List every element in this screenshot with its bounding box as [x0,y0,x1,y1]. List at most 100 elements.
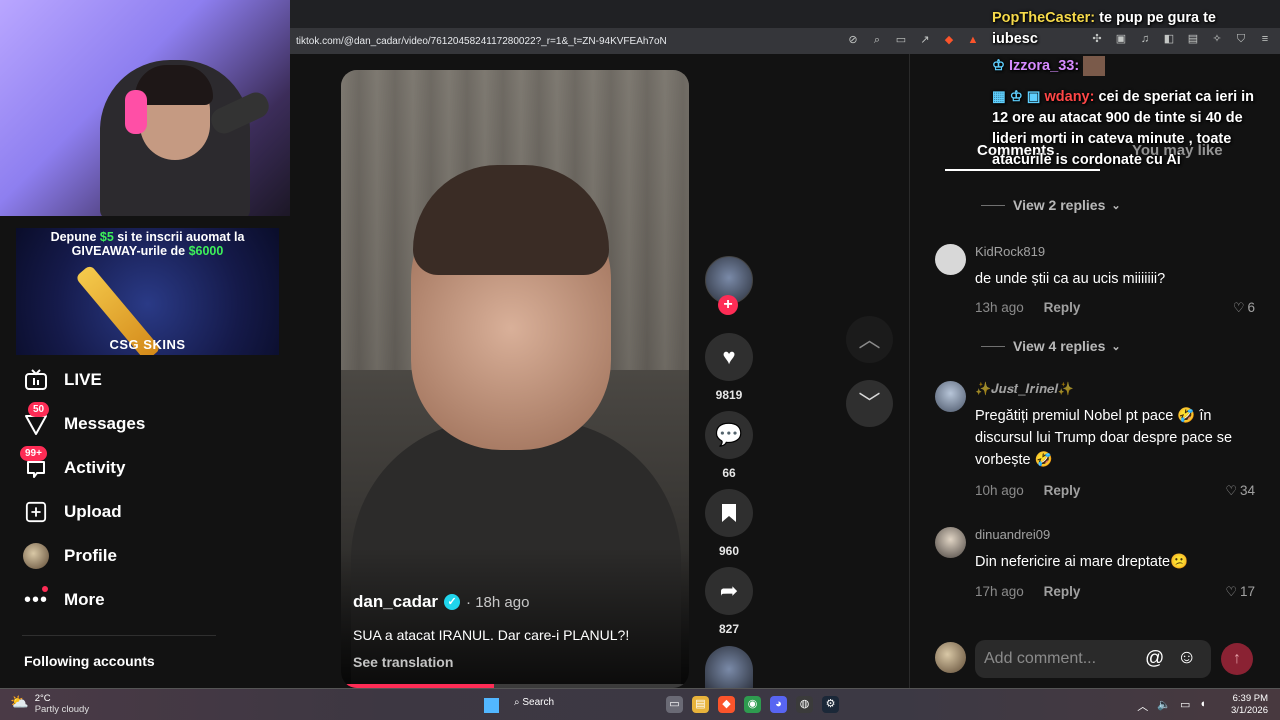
comment-avatar[interactable] [935,527,966,558]
sidebar-item-live[interactable]: LIVE [22,366,102,394]
sidebar-item-more[interactable]: ••• More [22,586,105,614]
comment-like-count: 17 [1239,584,1255,599]
comment-time: 13h ago [975,300,1024,315]
comment-like-count: 6 [1247,300,1255,315]
send-comment-button[interactable]: ↑ [1221,643,1253,675]
steam-icon[interactable]: ⚙ [822,696,839,713]
comment-username[interactable]: dinuandrei09 [975,527,1050,542]
messages-badge: 50 [28,402,50,417]
task-view-icon[interactable]: ▭ [666,696,683,713]
banner-line-1: Depune $5 si te inscrii auomat la [50,230,245,244]
tray-chevron-icon[interactable]: ︿ [1137,698,1148,714]
sidebar-item-label: Upload [64,502,122,521]
comment-text: de unde știi ca au ucis miiiiiii? [975,271,1166,287]
sidebar-item-label: Messages [64,414,146,433]
view-replies-label: View 4 replies [1013,338,1106,354]
chevron-down-icon: ⌄ [1111,340,1121,353]
taskbar-search[interactable]: ⌕ Search [514,697,554,708]
badge-icon: ♔ [992,58,1010,74]
following-accounts-heading: Following accounts [24,653,155,669]
partly-cloudy-icon: ⛅ [10,694,29,711]
save-count: 960 [718,544,740,558]
comment-username[interactable]: KidRock819 [975,244,1045,259]
windows-start-icon[interactable] [484,698,499,713]
sidebar-item-messages[interactable]: 50 Messages [22,402,146,438]
add-comment-input[interactable] [975,640,1211,678]
banner-brand: CSG SKINS [109,337,186,352]
chevron-up-icon: ︿ [858,327,881,352]
save-button[interactable] [705,489,753,537]
streamer-webcam [0,0,290,216]
sidebar-item-upload[interactable]: Upload [22,498,122,526]
chat-username: Izzora_33: [1009,58,1080,74]
live-tv-icon [22,366,50,394]
view-replies-button[interactable]: View 2 replies ⌄ [981,197,1121,213]
sidebar-item-label: LIVE [64,370,102,389]
weather-widget[interactable]: ⛅ 2°C Partly cloudy [10,693,89,715]
sponsor-banner: Depune $5 si te inscrii auomat la GIVEAW… [16,228,279,355]
like-button[interactable]: ♥ [705,333,753,381]
file-explorer-icon[interactable]: ▤ [692,696,709,713]
sidebar-item-label: Profile [64,546,117,565]
weather-desc: Partly cloudy [34,704,90,715]
comment-meta: 10h ago Reply [975,483,1080,498]
chevron-down-icon: ﹀ [858,391,881,416]
comment-avatar[interactable] [935,381,966,412]
brave-browser-icon[interactable]: ◆ [718,696,735,713]
weather-temp: 2°C [34,693,51,704]
share-icon[interactable]: ↗ [918,33,932,47]
verified-icon: ✓ [444,594,461,610]
comment-like-count: 34 [1239,483,1255,498]
author-name[interactable]: dan_cadar [353,592,438,612]
video-age-text: 18h ago [475,593,530,611]
chevron-down-icon: ⌄ [1111,199,1121,212]
comment-like-button[interactable]: ♡ 6 [1233,300,1255,316]
sidebar-divider [22,635,216,636]
network-icon[interactable]: ▭ [1180,698,1190,714]
discord-icon[interactable]: ◕ [770,696,787,713]
chrome-icon[interactable]: ◉ [744,696,761,713]
clock-date: 3/1/2026 [1231,705,1268,716]
app-icon[interactable]: ◍ [796,696,813,713]
next-video-button[interactable]: ﹀ [846,380,893,427]
no-tracking-icon[interactable]: ⊘ [846,33,860,47]
cast-icon[interactable]: ▭ [894,33,908,47]
mention-icon[interactable]: @ [1145,648,1164,670]
chat-username: PopTheCaster: [992,10,1096,26]
reply-button[interactable]: Reply [1044,584,1081,599]
sidebar-item-activity[interactable]: 99+ Activity [20,446,125,482]
brave-shield-icon[interactable]: ◆ [942,33,956,47]
url-text[interactable]: tiktok.com/@dan_cadar/video/761204582411… [290,36,667,47]
comment-avatar[interactable] [935,244,966,275]
share-button[interactable]: ➦ [705,567,753,615]
volume-icon[interactable]: ◖ [1199,698,1206,714]
comment-username[interactable]: ✨𝑱𝒖𝒔𝒕_𝑰𝒓𝒊𝒏𝒆𝒍✨ [975,381,1074,397]
follow-plus-button[interactable]: + [718,295,738,315]
comment-text: Pregătiți premiul Nobel pt pace 🤣 în dis… [975,408,1233,468]
sound-avatar[interactable] [705,646,753,688]
reply-button[interactable]: Reply [1044,300,1081,315]
previous-video-button[interactable]: ︿ [846,316,893,363]
comment-like-button[interactable]: ♡ 34 [1225,483,1255,499]
sidebar-item-profile[interactable]: Profile [22,542,117,570]
brave-rewards-icon[interactable]: ▲ [966,33,980,47]
see-translation-link[interactable]: See translation [353,654,453,670]
heart-outline-icon: ♡ [1225,483,1237,498]
reply-button[interactable]: Reply [1044,483,1081,498]
video-player[interactable]: dan_cadar ✓ · 18h ago SUA a atacat IRANU… [341,70,689,688]
comment-meta: 13h ago Reply [975,300,1080,315]
emoji-icon[interactable]: ☺ [1177,647,1196,669]
comment-button[interactable]: 💬 [705,411,753,459]
speaker-icon[interactable]: 🔈 [1157,698,1171,714]
heart-icon: ♥ [722,344,736,369]
taskbar-clock[interactable]: 6:39 PM 3/1/2026 [1231,693,1268,717]
bookmark-icon [721,503,737,528]
view-replies-label: View 2 replies [1013,197,1106,213]
chat-message: ▦ ♔ ▣ wdany: cei de speriat ca ieri in 1… [992,87,1264,171]
zoom-icon[interactable]: ⌕ [870,33,884,47]
screen: tiktok.com/@dan_cadar/video/761204582411… [0,0,1280,720]
view-replies-button[interactable]: View 4 replies ⌄ [981,338,1121,354]
video-caption: SUA a atacat IRANUL. Dar care-i PLANUL?! [353,627,630,643]
comment-like-button[interactable]: ♡ 17 [1225,584,1255,600]
sidebar-item-label: More [64,590,105,609]
